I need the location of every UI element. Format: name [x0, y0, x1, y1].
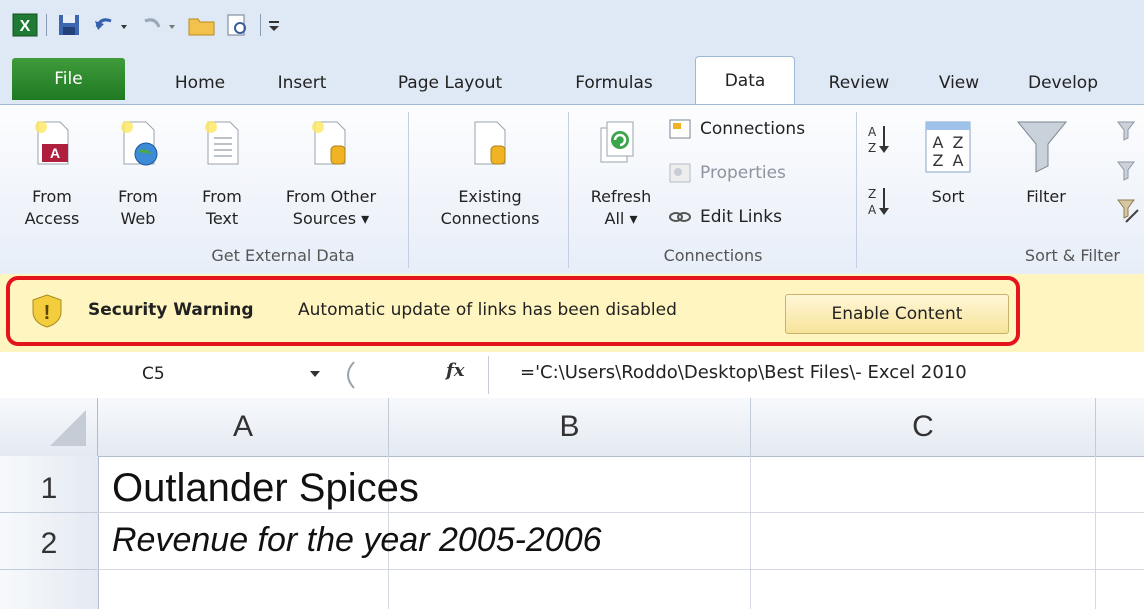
select-all-button[interactable]: [0, 398, 98, 456]
from-web-button[interactable]: From Web: [110, 186, 166, 230]
tab-home[interactable]: Home: [160, 64, 240, 102]
undo-icon[interactable]: [90, 12, 132, 38]
svg-text:A: A: [953, 151, 964, 170]
cell-a1[interactable]: Outlander Spices: [112, 466, 419, 511]
highlight-annotation: [6, 276, 1020, 346]
svg-text:A: A: [50, 145, 60, 161]
svg-text:Z: Z: [953, 133, 964, 152]
customize-qat-icon[interactable]: [264, 12, 284, 38]
edit-links-icon: [669, 212, 691, 222]
svg-text:Z: Z: [868, 187, 876, 201]
tab-developer[interactable]: Develop: [1028, 64, 1144, 102]
print-preview-icon[interactable]: [222, 12, 254, 38]
group-label-get-external-data: Get External Data: [211, 246, 355, 265]
column-header-c[interactable]: C: [751, 398, 1096, 456]
open-folder-icon[interactable]: [186, 12, 218, 38]
insert-function-icon[interactable]: fx: [446, 360, 486, 390]
from-other-sources-button[interactable]: From Other Sources ▾: [272, 186, 390, 230]
existing-connections-button[interactable]: Existing Connections: [420, 186, 560, 230]
row-header-1[interactable]: 1: [0, 456, 99, 513]
properties-icon: [669, 163, 691, 183]
tab-file[interactable]: File: [12, 58, 125, 100]
gridline: [1095, 456, 1096, 609]
sort-dialog-icon: AZZA: [918, 116, 978, 182]
name-box[interactable]: C5: [0, 356, 330, 394]
sort-a-to-z-button[interactable]: AZ: [866, 120, 894, 163]
filter-funnel-icon: [1012, 118, 1072, 180]
existing-connections-icon: [465, 118, 515, 174]
from-access-icon: A: [28, 118, 78, 174]
from-text-button[interactable]: From Text: [194, 186, 250, 230]
row-header-2[interactable]: 2: [0, 513, 99, 570]
name-box-value: C5: [142, 364, 165, 384]
clear-filter-icon[interactable]: [1112, 118, 1142, 150]
gridline: [750, 456, 751, 609]
from-other-sources-icon: [305, 118, 355, 174]
svg-text:Z: Z: [933, 151, 944, 170]
group-separator: [568, 112, 569, 268]
svg-text:A: A: [868, 125, 877, 139]
tab-data[interactable]: Data: [695, 56, 795, 106]
gridline: [98, 569, 1144, 570]
cell-a2[interactable]: Revenue for the year 2005-2006: [112, 521, 602, 560]
refresh-all-button[interactable]: Refresh All ▾: [578, 186, 664, 230]
refresh-all-icon: [595, 118, 643, 178]
sort-button[interactable]: Sort: [918, 186, 978, 208]
save-icon[interactable]: [55, 12, 83, 38]
from-web-icon: [114, 118, 164, 174]
sort-z-to-a-icon: ZA: [868, 187, 889, 217]
svg-text:X: X: [20, 18, 31, 35]
row-header-3[interactable]: [0, 570, 99, 609]
from-access-button[interactable]: From Access: [24, 186, 80, 230]
column-header-b[interactable]: B: [389, 398, 751, 456]
tab-formulas[interactable]: Formulas: [556, 64, 672, 102]
svg-text:Z: Z: [868, 141, 876, 155]
connections-button[interactable]: Connections: [668, 116, 805, 142]
group-label-sort-filter: Sort & Filter: [1024, 246, 1120, 265]
gridline: [98, 512, 1144, 513]
svg-text:A: A: [868, 203, 877, 217]
chevron-down-icon[interactable]: [308, 366, 322, 385]
connections-icon: [669, 119, 691, 139]
formula-bar-resize-handle[interactable]: [336, 356, 366, 394]
filter-button[interactable]: Filter: [1016, 186, 1076, 208]
from-text-icon: [198, 118, 248, 174]
properties-button[interactable]: Properties: [668, 160, 786, 186]
formula-input[interactable]: ='C:\Users\Roddo\Desktop\Best Files\- Ex…: [520, 362, 967, 383]
redo-icon[interactable]: [138, 12, 180, 38]
edit-links-button[interactable]: Edit Links: [668, 204, 782, 230]
group-separator: [856, 112, 857, 268]
tab-review[interactable]: Review: [812, 64, 906, 102]
reapply-filter-icon[interactable]: [1112, 158, 1142, 190]
sort-z-to-a-button[interactable]: ZA: [866, 182, 894, 228]
group-label-connections: Connections: [663, 246, 763, 265]
quick-access-toolbar: X: [0, 0, 1144, 50]
tab-page-layout[interactable]: Page Layout: [380, 64, 520, 102]
excel-logo-icon: X: [10, 12, 40, 38]
column-header-a[interactable]: A: [98, 398, 389, 456]
tab-view[interactable]: View: [924, 64, 994, 102]
svg-text:A: A: [933, 133, 944, 152]
formula-bar-divider: [488, 356, 489, 394]
tab-insert[interactable]: Insert: [262, 64, 342, 102]
sort-a-to-z-icon: AZ: [868, 125, 889, 155]
advanced-filter-icon[interactable]: [1112, 196, 1142, 232]
